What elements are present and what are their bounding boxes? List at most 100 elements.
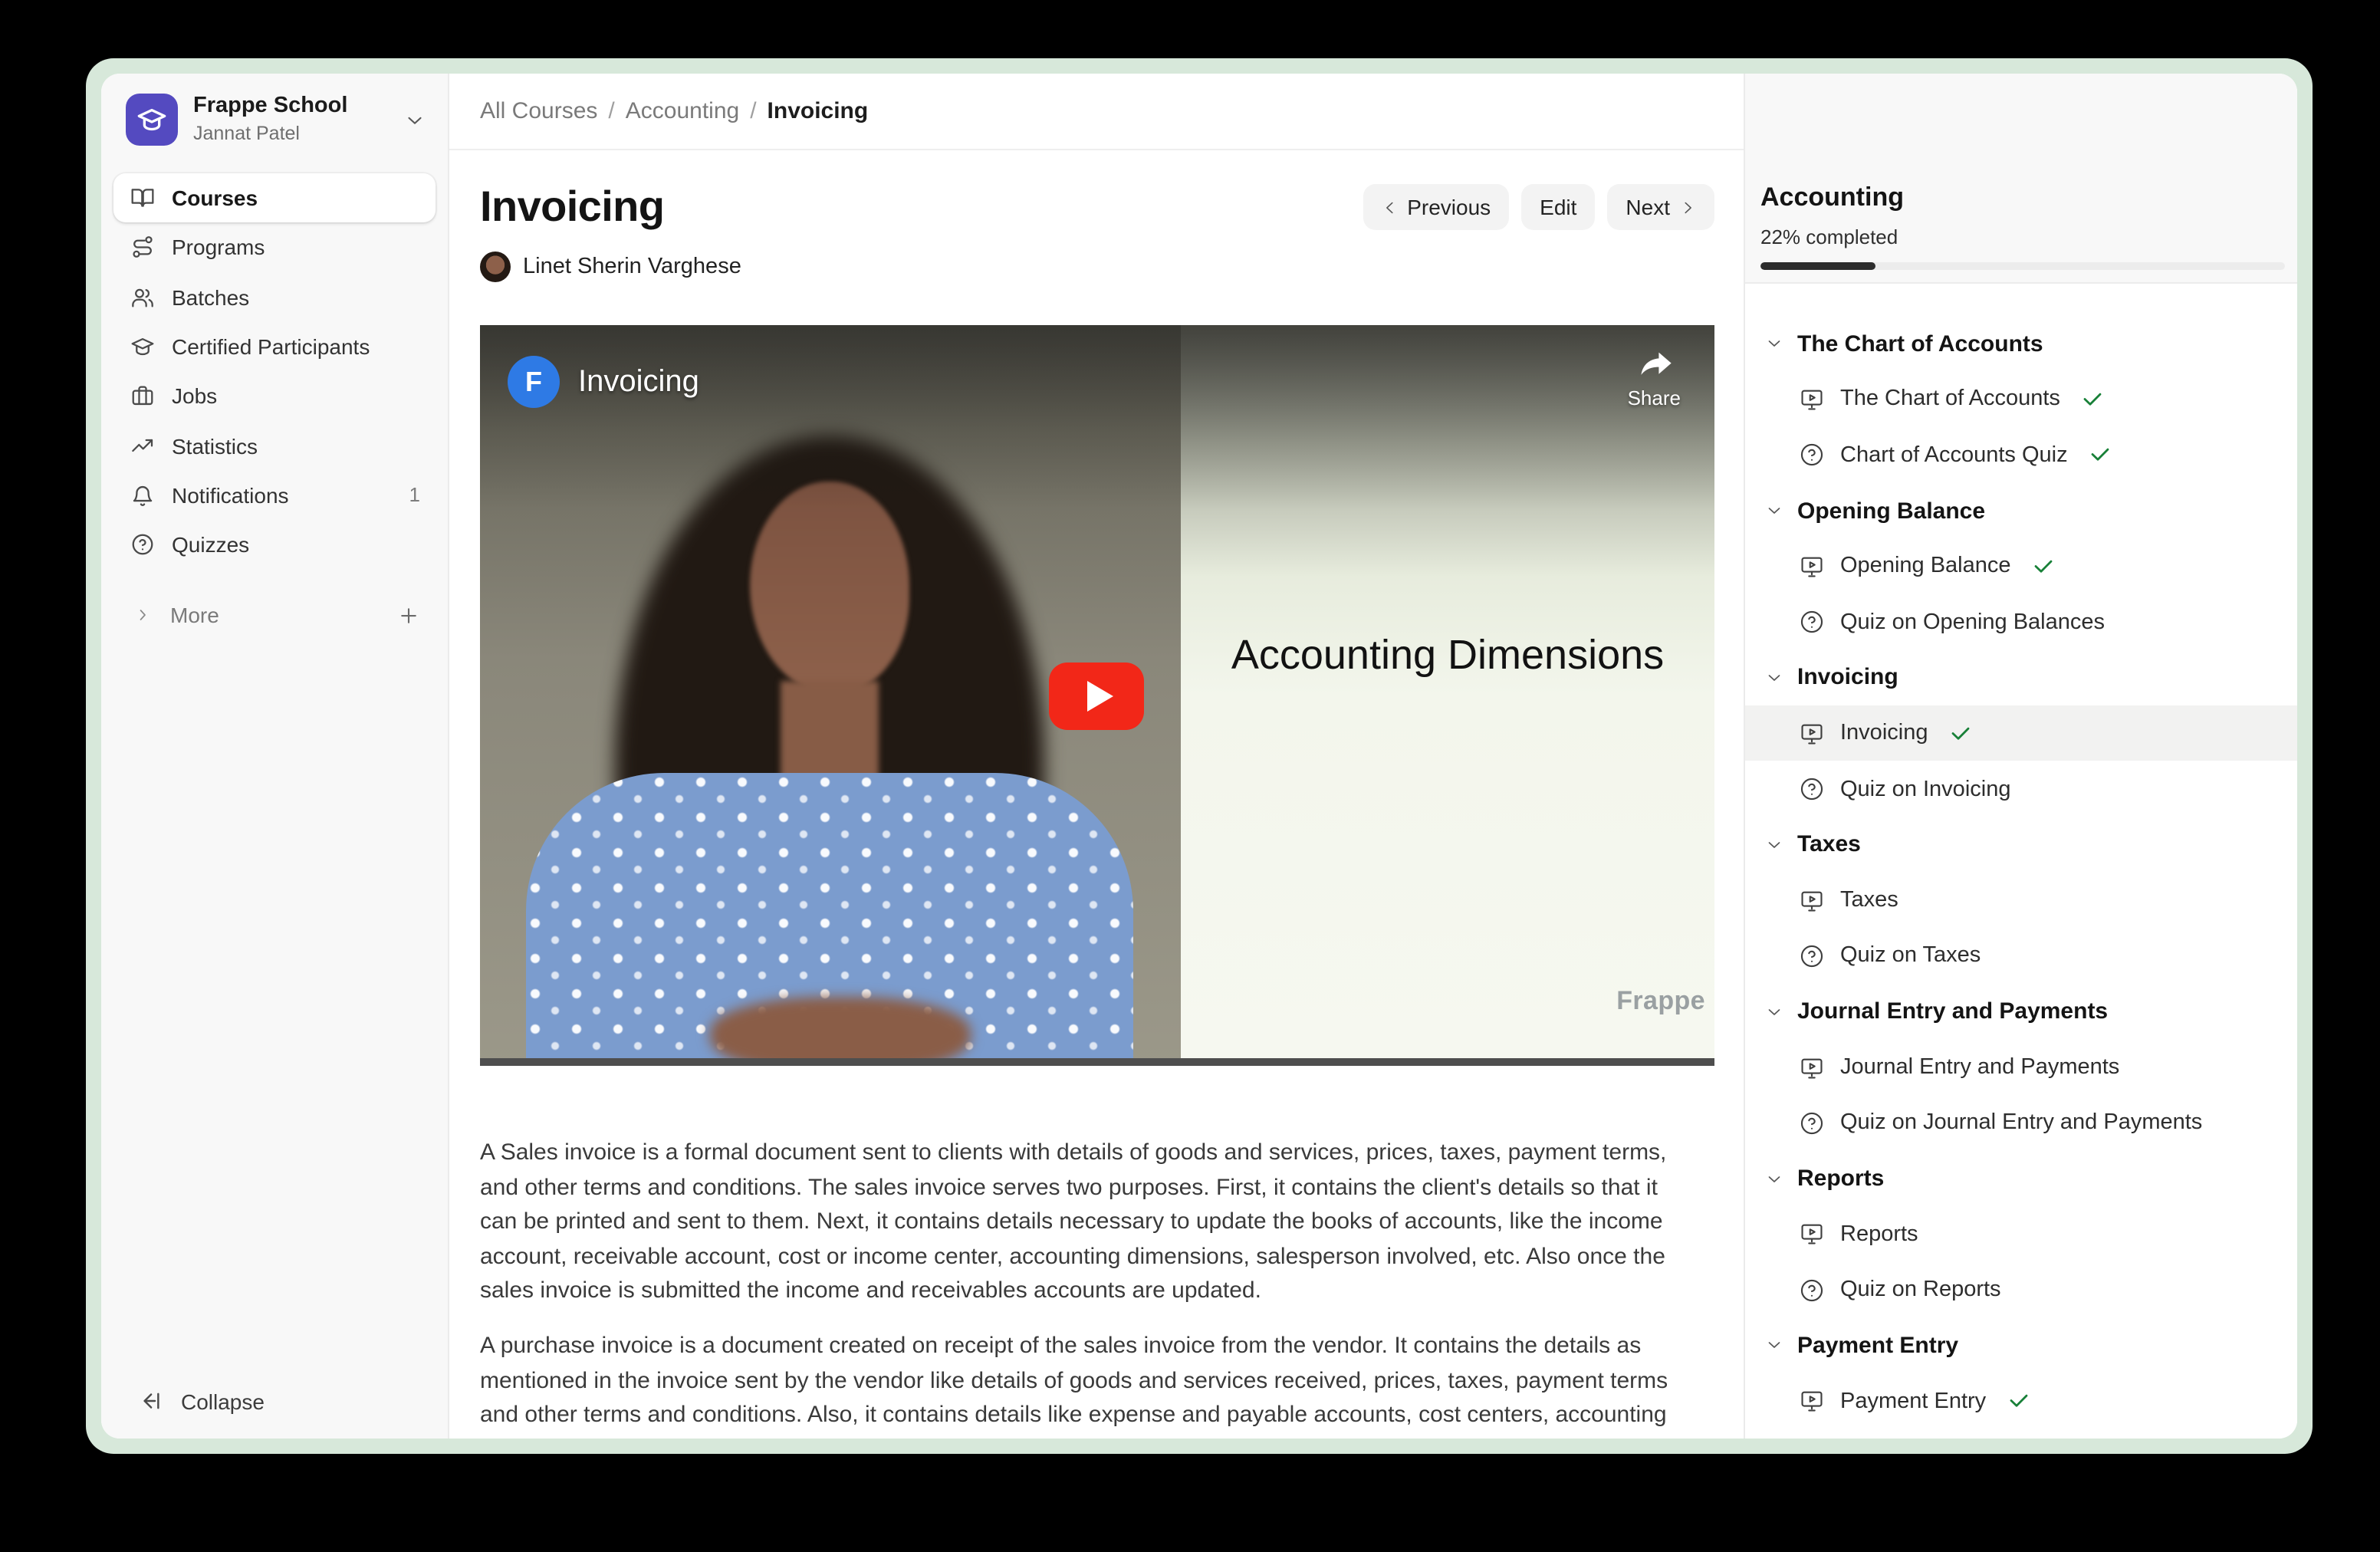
workspace-identity: Frappe School Jannat Patel bbox=[193, 94, 347, 146]
play-button[interactable] bbox=[1049, 663, 1144, 730]
quiz-chart-of-accounts-quiz[interactable]: Chart of Accounts Quiz bbox=[1745, 427, 2297, 483]
chevron-down-icon bbox=[1765, 501, 1783, 520]
paragraph: A purchase invoice is a document created… bbox=[480, 1330, 1679, 1439]
sidebar-item-more[interactable]: More bbox=[113, 591, 436, 640]
video-title[interactable]: Invoicing bbox=[578, 364, 699, 400]
graduation-cap-icon bbox=[130, 334, 155, 359]
quiz-quiz-on-taxes[interactable]: Quiz on Taxes bbox=[1745, 929, 2297, 985]
chapter-the-chart-of-accounts[interactable]: The Chart of Accounts bbox=[1745, 316, 2297, 372]
lesson-the-chart-of-accounts[interactable]: The Chart of Accounts bbox=[1745, 372, 2297, 428]
share-button[interactable]: Share bbox=[1628, 350, 1681, 409]
quiz-quiz-on-reports[interactable]: Quiz on Reports bbox=[1745, 1262, 2297, 1318]
person-hands bbox=[710, 997, 971, 1066]
lesson-title: Journal Entry and Payments bbox=[1840, 1055, 2119, 1080]
collapse-label: Collapse bbox=[181, 1389, 265, 1413]
quiz-quiz-on-journal-entry-and-payments[interactable]: Quiz on Journal Entry and Payments bbox=[1745, 1095, 2297, 1151]
sidebar-item-statistics[interactable]: Statistics bbox=[113, 421, 436, 471]
chapter-opening-balance[interactable]: Opening Balance bbox=[1745, 483, 2297, 539]
share-icon bbox=[1634, 350, 1674, 383]
course-title: Accounting bbox=[1760, 182, 2285, 213]
sidebar-item-certified-participants[interactable]: Certified Participants bbox=[113, 322, 436, 372]
video-progress-bar[interactable] bbox=[480, 1058, 1714, 1066]
help-circle-icon bbox=[1799, 442, 1825, 468]
sidebar-item-label: Notifications bbox=[172, 483, 289, 508]
breadcrumb-separator: / bbox=[750, 98, 756, 124]
breadcrumb-separator: / bbox=[608, 98, 614, 124]
chapter-payment-entry[interactable]: Payment Entry bbox=[1745, 1318, 2297, 1374]
help-circle-icon bbox=[1799, 943, 1825, 969]
lesson-body-text: A Sales invoice is a formal document sen… bbox=[480, 1136, 1679, 1439]
monitor-play-icon bbox=[1799, 554, 1825, 580]
author-avatar bbox=[480, 252, 511, 282]
sidebar-item-quizzes[interactable]: Quizzes bbox=[113, 520, 436, 570]
help-circle-icon bbox=[1799, 1110, 1825, 1136]
lesson-title: The Chart of Accounts bbox=[1840, 387, 2060, 412]
chevron-down-icon[interactable] bbox=[403, 108, 426, 131]
slide-text: Accounting Dimensions bbox=[1181, 626, 1714, 684]
previous-button[interactable]: Previous bbox=[1363, 184, 1509, 230]
next-button[interactable]: Next bbox=[1607, 184, 1714, 230]
page-background: Frappe School Jannat Patel CoursesProgra… bbox=[0, 0, 2380, 1552]
next-label: Next bbox=[1626, 195, 1670, 219]
previous-label: Previous bbox=[1407, 195, 1491, 219]
chapter-journal-entry-and-payments[interactable]: Journal Entry and Payments bbox=[1745, 984, 2297, 1040]
collapse-icon bbox=[136, 1388, 163, 1414]
quiz-quiz-on-opening-balances[interactable]: Quiz on Opening Balances bbox=[1745, 594, 2297, 650]
lesson-payment-entry[interactable]: Payment Entry bbox=[1745, 1373, 2297, 1429]
collapse-sidebar-button[interactable]: Collapse bbox=[101, 1388, 448, 1439]
main-column: All Courses / Accounting / Invoicing Inv… bbox=[449, 74, 1744, 1439]
sidebar-item-notifications[interactable]: Notifications1 bbox=[113, 471, 436, 521]
sidebar-item-jobs[interactable]: Jobs bbox=[113, 371, 436, 421]
chapter-title: Reports bbox=[1797, 1166, 1884, 1192]
graduation-cap-icon bbox=[136, 104, 167, 135]
frappe-school-logo bbox=[126, 94, 178, 146]
sidebar-item-batches[interactable]: Batches bbox=[113, 272, 436, 322]
progress-text: 22% completed bbox=[1760, 225, 2285, 248]
help-circle-icon bbox=[1799, 776, 1825, 802]
check-icon bbox=[2082, 388, 2105, 411]
chapter-title: Invoicing bbox=[1797, 665, 1898, 691]
sidebar-item-courses[interactable]: Courses bbox=[113, 173, 436, 223]
sidebar: Frappe School Jannat Patel CoursesProgra… bbox=[101, 74, 449, 1439]
course-outline-panel: Accounting 22% completed The Chart of Ac… bbox=[1744, 74, 2297, 1439]
monitor-play-icon bbox=[1799, 1054, 1825, 1080]
lesson-title: Quiz on Journal Entry and Payments bbox=[1840, 1111, 2202, 1136]
briefcase-icon bbox=[130, 384, 155, 409]
chapter-invoicing[interactable]: Invoicing bbox=[1745, 650, 2297, 706]
lesson-nav-buttons: Previous Edit Next bbox=[1363, 184, 1714, 230]
check-icon bbox=[2033, 555, 2056, 578]
video-player[interactable]: Accounting Dimensions F Invoicing Share bbox=[480, 325, 1714, 1066]
edit-button[interactable]: Edit bbox=[1521, 184, 1595, 230]
lesson-invoicing[interactable]: Invoicing bbox=[1745, 705, 2297, 761]
route-icon bbox=[130, 235, 155, 260]
lesson-title: Opening Balance bbox=[1840, 554, 2011, 579]
lesson-title: Quiz on Invoicing bbox=[1840, 777, 2010, 801]
chevron-down-icon bbox=[1765, 1002, 1783, 1021]
monitor-play-icon bbox=[1799, 1222, 1825, 1248]
lesson-title: Reports bbox=[1840, 1222, 1918, 1247]
chapter-title: Journal Entry and Payments bbox=[1797, 998, 2108, 1024]
quiz-quiz-on-invoicing[interactable]: Quiz on Invoicing bbox=[1745, 761, 2297, 817]
chevron-left-icon bbox=[1381, 199, 1398, 215]
chapter-title: Taxes bbox=[1797, 832, 1861, 858]
lesson-taxes[interactable]: Taxes bbox=[1745, 873, 2297, 929]
breadcrumb-course[interactable]: Accounting bbox=[626, 98, 739, 124]
workspace-switcher[interactable]: Frappe School Jannat Patel bbox=[101, 74, 448, 161]
lesson-journal-entry-and-payments[interactable]: Journal Entry and Payments bbox=[1745, 1040, 2297, 1096]
sidebar-item-programs[interactable]: Programs bbox=[113, 223, 436, 273]
chapter-taxes[interactable]: Taxes bbox=[1745, 817, 2297, 873]
frappe-channel-logo[interactable]: F bbox=[508, 356, 560, 408]
chapter-reports[interactable]: Reports bbox=[1745, 1151, 2297, 1207]
lesson-title: Chart of Accounts Quiz bbox=[1840, 442, 2068, 467]
video-slide-panel: Accounting Dimensions bbox=[1181, 325, 1714, 1066]
chapter-title: The Chart of Accounts bbox=[1797, 330, 2043, 357]
plus-icon[interactable] bbox=[397, 604, 420, 627]
paragraph: A Sales invoice is a formal document sen… bbox=[480, 1136, 1679, 1310]
breadcrumb-all-courses[interactable]: All Courses bbox=[480, 98, 597, 124]
lesson-opening-balance[interactable]: Opening Balance bbox=[1745, 538, 2297, 594]
chevron-down-icon bbox=[1765, 1169, 1783, 1188]
chevron-down-icon bbox=[1765, 836, 1783, 854]
lesson-reports[interactable]: Reports bbox=[1745, 1207, 2297, 1263]
sidebar-item-label: Jobs bbox=[172, 384, 217, 409]
share-label: Share bbox=[1628, 386, 1681, 409]
